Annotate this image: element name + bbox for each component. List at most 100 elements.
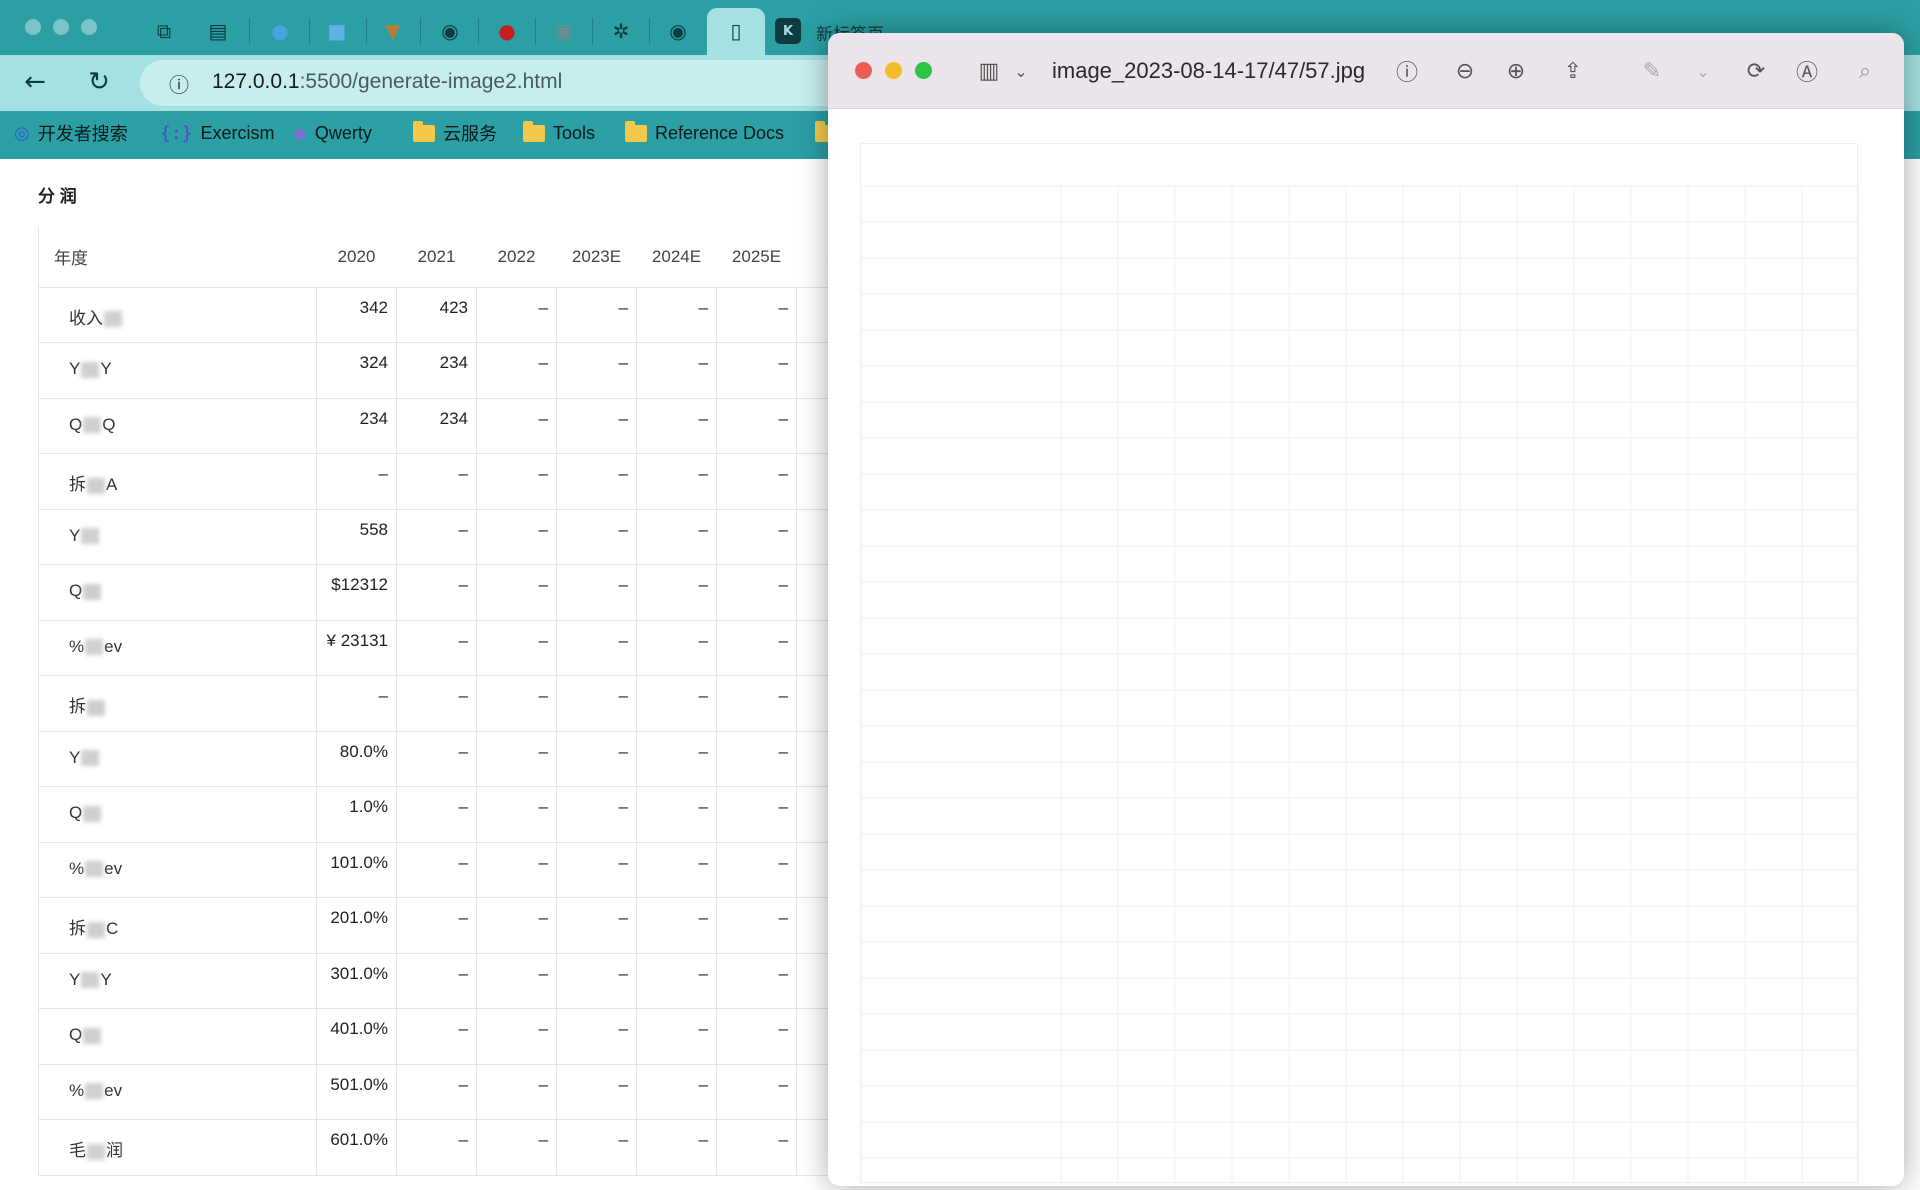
table-cell: – <box>556 620 637 676</box>
row-label: YY <box>38 342 317 399</box>
close-window-button[interactable] <box>25 19 41 35</box>
table-cell: – <box>636 509 717 565</box>
table-cell: – <box>476 453 557 510</box>
bookmark-reference-docs[interactable]: Reference Docs <box>625 118 784 148</box>
ruby-icon[interactable]: ● <box>490 14 524 48</box>
vk-icon[interactable]: K <box>775 18 801 44</box>
preview-title: image_2023-08-14-17/47/57.jpg <box>1052 58 1366 83</box>
row-label-text: Y <box>69 525 81 545</box>
close-button[interactable] <box>855 62 872 79</box>
table-cell: – <box>396 1119 477 1176</box>
table-cell: 234 <box>396 342 477 399</box>
table-cell: – <box>716 398 797 454</box>
sidebar-icon[interactable]: ▤ <box>201 14 235 48</box>
chevron-down-icon[interactable]: ⌄ <box>1687 55 1719 87</box>
column-header: 2022 <box>476 227 557 288</box>
table-cell: – <box>636 564 717 621</box>
table-cell: – <box>476 342 557 399</box>
search-icon[interactable]: ⌕ <box>1849 55 1881 87</box>
minimize-button[interactable] <box>885 62 902 79</box>
table-cell: 80.0% <box>316 731 397 787</box>
table-row: % ev 501.0% – – – – – <box>38 1064 877 1120</box>
cube-icon[interactable]: ■ <box>320 14 354 48</box>
image-canvas[interactable] <box>860 143 1860 1184</box>
redacted-text <box>83 805 102 822</box>
rotate-icon[interactable]: ⟳ <box>1740 55 1772 87</box>
archive-icon[interactable]: ▣ <box>547 14 581 48</box>
row-label: 毛润 <box>38 1119 317 1176</box>
info-icon[interactable]: ⓘ <box>1391 55 1423 87</box>
table-cell: – <box>396 953 477 1009</box>
redacted-text <box>87 699 105 716</box>
bookmark-tools[interactable]: Tools <box>523 118 595 148</box>
zoom-in-icon[interactable]: ⊕ <box>1500 55 1532 87</box>
table-cell: 342 <box>316 287 397 343</box>
table-cell: – <box>556 564 637 621</box>
table-row: Q 401.0% – – – – – <box>38 1008 877 1065</box>
bookmark-label: Reference Docs <box>655 122 785 143</box>
annotate-icon[interactable]: Ⓐ <box>1791 55 1823 87</box>
minimize-window-button[interactable] <box>53 19 69 35</box>
table-cell: – <box>396 675 477 732</box>
redacted-text <box>85 639 104 656</box>
reload-icon[interactable]: ↻ <box>82 65 116 99</box>
table-cell: – <box>396 786 477 843</box>
redacted-text <box>83 417 102 434</box>
bookmark-label: Qwerty <box>314 122 372 143</box>
copy-icon[interactable]: ⧉ <box>147 14 181 48</box>
table-row: Y 80.0% – – – – – <box>38 731 877 787</box>
gitlab-icon[interactable]: ▼ <box>376 14 410 48</box>
row-label-text: Y <box>69 969 81 989</box>
row-label-suffix: Y <box>100 969 112 989</box>
table-cell: $12312 <box>316 564 397 621</box>
bookmark-label: 云服务 <box>443 124 497 144</box>
row-label-text: % <box>69 636 85 656</box>
zoom-window-button[interactable] <box>81 19 97 35</box>
globe-icon[interactable]: ● <box>263 14 297 48</box>
row-label-text: Y <box>69 747 81 767</box>
tab-divider <box>535 18 536 44</box>
table-cell: – <box>476 1119 557 1176</box>
info-icon[interactable]: ⓘ <box>162 66 196 100</box>
active-tab[interactable]: ▯ <box>707 8 765 55</box>
bookmark-qwerty[interactable]: ◆ Qwerty <box>293 118 372 148</box>
folder-icon <box>523 120 545 142</box>
back-icon[interactable]: ← <box>18 65 52 99</box>
share-icon[interactable]: ⇪ <box>1557 55 1589 87</box>
table-cell: – <box>556 453 637 510</box>
sidebar-icon[interactable]: ▥ <box>973 55 1005 87</box>
zoom-out-icon[interactable]: ⊖ <box>1449 55 1481 87</box>
bookmark-dev-search[interactable]: ◎ 开发者搜索 <box>14 118 128 148</box>
table-cell: – <box>396 731 477 787</box>
column-header: 2021 <box>396 227 477 288</box>
exercism-icon: {:} <box>160 122 193 144</box>
github-icon[interactable]: ◉ <box>661 14 695 48</box>
row-label: Y <box>38 731 317 787</box>
row-label-text: 拆 <box>69 697 86 716</box>
redacted-text <box>87 921 105 938</box>
table-cell: – <box>476 731 557 787</box>
table-row: Y Y 324 234– – – – <box>38 342 877 399</box>
github-icon[interactable]: ◉ <box>433 14 467 48</box>
table-row: 拆 C 201.0% – – – – – <box>38 897 877 954</box>
markup-pen-icon[interactable]: ✎ <box>1636 55 1668 87</box>
table-cell: – <box>716 620 797 676</box>
row-label-suffix: Q <box>102 414 116 434</box>
bookmark-exercism[interactable]: {:} Exercism <box>160 118 275 148</box>
table-cell: ¥ 23131 <box>316 620 397 676</box>
zoom-button[interactable] <box>915 62 932 79</box>
preview-toolbar: ▥ ⌄ image_2023-08-14-17/47/57.jpg ⓘ ⊖ ⊕ … <box>828 33 1904 109</box>
table-cell: – <box>636 731 717 787</box>
chevron-down-icon[interactable]: ⌄ <box>1005 55 1037 87</box>
row-label: Y <box>38 509 317 565</box>
openai-icon[interactable]: ✲ <box>604 14 638 48</box>
table-cell: – <box>716 1008 797 1065</box>
url-text[interactable]: 127.0.0.1:5500/generate-image2.html <box>212 70 562 94</box>
row-label: 拆A <box>38 453 317 510</box>
tab-divider <box>592 18 593 44</box>
table-cell: – <box>556 842 637 898</box>
table-cell: 601.0% <box>316 1119 397 1176</box>
table-cell: – <box>556 731 637 787</box>
table-cell: – <box>716 842 797 898</box>
bookmark-cloud-services[interactable]: 云服务 <box>413 118 497 148</box>
